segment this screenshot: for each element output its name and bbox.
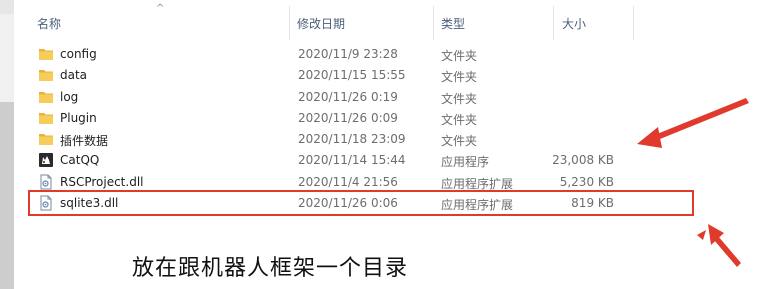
file-type: 文件夹 [441,49,478,63]
file-row[interactable]: CatQQ 2020/11/14 15:44 应用程序 23,008 KB [14,150,704,171]
file-size: 5,230 KB [559,175,614,189]
file-size: 23,008 KB [552,153,614,167]
arrow-small-tip [697,230,706,240]
folder-icon [38,89,54,105]
file-modified-date: 2020/11/26 0:09 [298,111,398,125]
dll-icon [38,174,54,190]
file-modified-date: 2020/11/9 23:28 [298,47,398,61]
file-row[interactable]: 插件数据 2020/11/18 23:09 文件夹 [14,129,704,150]
folder-icon [38,46,54,62]
folder-icon [38,67,54,83]
highlight-box [28,190,694,216]
column-divider[interactable] [633,6,634,40]
column-divider[interactable] [433,6,434,40]
folder-icon [38,110,54,126]
column-header-type[interactable]: 类型 [441,15,465,32]
file-name: CatQQ [60,153,100,167]
file-type: 文件夹 [441,113,478,127]
file-name: 插件数据 [60,134,109,148]
file-modified-date: 2020/11/26 0:19 [298,90,398,104]
file-row[interactable]: config 2020/11/9 23:28 文件夹 [14,44,704,65]
file-explorer-view: ^ 名称 修改日期 类型 大小 config 2020/11/9 23:28 文件夹… [0,0,770,289]
column-header-size[interactable]: 大小 [562,15,586,32]
column-header: ^ 名称 修改日期 类型 大小 [14,0,770,40]
app-icon [38,152,54,168]
file-name: RSCProject.dll [60,175,144,189]
file-name: data [60,68,88,82]
file-modified-date: 2020/11/4 21:56 [298,175,398,189]
file-row[interactable]: data 2020/11/15 15:55 文件夹 [14,65,704,86]
column-divider[interactable] [289,6,290,40]
file-row[interactable]: Plugin 2020/11/26 0:09 文件夹 [14,108,704,129]
column-header-name[interactable]: 名称 [37,15,61,32]
file-name: config [60,47,97,61]
arrow-lower [708,224,741,267]
folder-icon [38,131,54,147]
column-header-date[interactable]: 修改日期 [297,15,345,32]
annotation-text: 放在跟机器人框架一个目录 [132,256,409,281]
scrollbar-top [0,0,14,14]
sort-ascending-icon: ^ [156,3,165,14]
file-modified-date: 2020/11/18 23:09 [298,132,406,146]
file-row[interactable]: log 2020/11/26 0:19 文件夹 [14,87,704,108]
file-modified-date: 2020/11/14 15:44 [298,153,406,167]
file-type: 应用程序 [441,155,490,169]
file-name: Plugin [60,111,97,125]
file-type: 文件夹 [441,92,478,106]
file-modified-date: 2020/11/15 15:55 [298,68,406,82]
file-type: 文件夹 [441,134,478,148]
scrollbar-thumb[interactable] [0,102,14,289]
file-name: log [60,90,79,104]
file-type: 文件夹 [441,70,478,84]
column-divider[interactable] [553,6,554,40]
navigation-pane-scrollbar[interactable] [0,0,14,289]
